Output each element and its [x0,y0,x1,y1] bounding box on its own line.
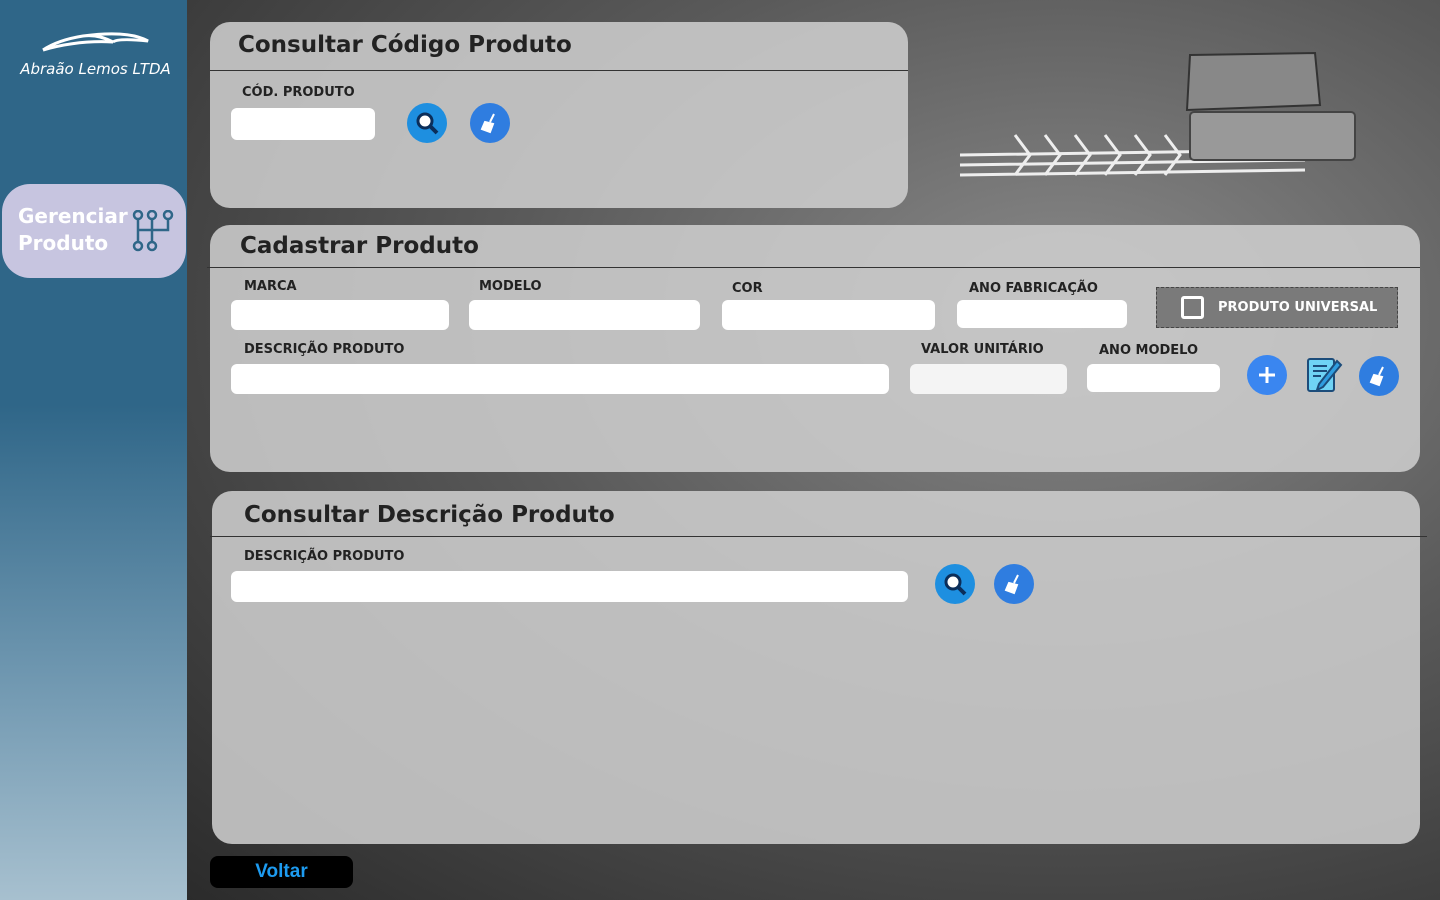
descricao-search-input[interactable] [231,571,908,602]
cor-label: COR [732,281,763,296]
search-button[interactable] [407,103,447,143]
ano-fabricacao-label: ANO FABRICAÇÃO [969,281,1098,296]
gear-shift-icon [132,210,174,252]
broom-icon [1369,366,1384,387]
clear-button[interactable] [470,103,510,143]
checkbox-icon [1181,296,1204,319]
brand-name: Abraão Lemos LTDA [20,60,171,78]
broom-icon [480,113,495,134]
sidebar-item-gerenciar-produto[interactable]: Gerenciar Produto [2,184,186,278]
search-icon [944,573,967,596]
produto-universal-checkbox[interactable]: PRODUTO UNIVERSAL [1156,287,1398,328]
panel-title: Cadastrar Produto [240,233,479,259]
divider [207,267,1420,268]
valor-unitario-label: VALOR UNITÁRIO [921,342,1044,357]
valor-unitario-input[interactable] [910,364,1067,394]
divider [210,536,1427,537]
sidebar: Abraão Lemos LTDA Gerenciar Produto [0,0,187,900]
marca-label: MARCA [244,279,297,294]
edit-button[interactable] [1304,355,1344,395]
descricao-label: DESCRIÇÃO PRODUTO [244,549,405,564]
descricao-input[interactable] [231,364,889,394]
checkbox-label: PRODUTO UNIVERSAL [1218,300,1378,315]
search-button[interactable] [935,564,975,604]
modelo-input[interactable] [469,300,700,330]
cor-input[interactable] [722,300,935,330]
broom-icon [1004,574,1019,595]
plus-icon [1259,367,1275,383]
clear-button[interactable] [994,564,1034,604]
cod-produto-input[interactable] [231,108,375,140]
edit-note-icon [1307,358,1343,392]
modelo-label: MODELO [479,279,542,294]
ano-modelo-label: ANO MODELO [1099,343,1199,358]
voltar-button[interactable]: Voltar [210,856,353,888]
consultar-descricao-panel [212,491,1420,844]
search-icon [416,112,439,135]
logo: Abraão Lemos LTDA [8,32,183,78]
ano-modelo-input[interactable] [1087,364,1220,392]
toolbox-illustration [959,51,1356,177]
ano-fabricacao-input[interactable] [957,300,1127,328]
panel-title: Consultar Descrição Produto [244,502,615,528]
car-logo-icon [42,32,149,52]
panel-title: Consultar Código Produto [238,32,572,58]
descricao-label: DESCRIÇÃO PRODUTO [244,342,405,357]
marca-input[interactable] [231,300,449,330]
add-button[interactable] [1247,355,1287,395]
cod-produto-label: CÓD. PRODUTO [242,85,355,100]
divider [210,70,908,71]
clear-button[interactable] [1359,356,1399,396]
